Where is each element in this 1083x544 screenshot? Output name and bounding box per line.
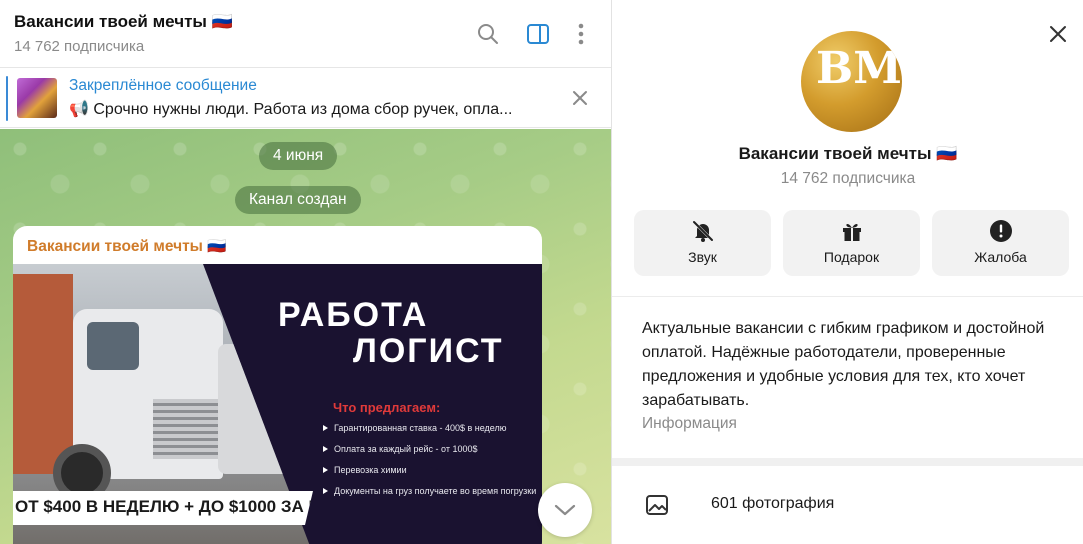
description-caption: Информация (642, 415, 737, 432)
offer-item: Документы на груз получаете во время пог… (323, 485, 538, 497)
truck-grill-shape (153, 399, 223, 459)
post-image[interactable]: РАБОТА ЛОГИСТ Что предлагаем: Гарантиров… (13, 264, 542, 544)
report-icon (932, 219, 1069, 243)
scroll-down-button[interactable] (538, 483, 592, 537)
channel-post[interactable]: Вакансии твоей мечты 🇷🇺 РАБОТА ЛОГИСТ Чт… (13, 226, 542, 544)
channel-actions: Звук Подарок Жалоба (634, 210, 1069, 276)
channel-description-block: Актуальные вакансии с гибким графиком и … (612, 296, 1083, 458)
chat-subscriber-count: 14 762 подписчика (14, 38, 145, 55)
post-offer-title: Что предлагаем: (333, 400, 441, 415)
media-photos-row[interactable]: 601 фотография (612, 466, 1083, 544)
pinned-text: 📢 Срочно нужны люди. Работа из дома сбор… (69, 101, 513, 118)
report-button[interactable]: Жалоба (932, 210, 1069, 276)
offer-item: Перевозка химии (323, 464, 538, 476)
channel-avatar[interactable]: BM (801, 31, 902, 132)
report-label: Жалоба (974, 249, 1027, 265)
post-banner-text: ОТ $400 В НЕДЕЛЮ + ДО $1000 ЗА РЕЙС! (15, 497, 362, 516)
post-heading-1: РАБОТА (278, 296, 429, 334)
second-truck-shape (218, 344, 298, 474)
offer-item: Оплата за каждый рейс - от 1000$ (323, 443, 538, 455)
pinned-message-bar[interactable]: Закреплённое сообщение 📢 Срочно нужны лю… (0, 69, 611, 128)
chevron-down-icon (554, 504, 576, 516)
post-banner: ОТ $400 В НЕДЕЛЮ + ДО $1000 ЗА РЕЙС! (13, 491, 313, 525)
more-vertical-icon[interactable] (567, 20, 595, 48)
mute-button[interactable]: Звук (634, 210, 771, 276)
pinned-title: Закреплённое сообщение (69, 77, 257, 94)
pinned-thumbnail (17, 78, 57, 118)
offer-item: Гарантированная ставка - 400$ в неделю (323, 422, 538, 434)
channel-name: Вакансии твоей мечты 🇷🇺 (738, 144, 958, 163)
avatar-letters: BM (816, 43, 902, 94)
channel-description: Актуальные вакансии с гибким графиком и … (642, 320, 1045, 409)
gift-label: Подарок (823, 249, 880, 265)
pinned-indicator (6, 76, 8, 121)
post-heading-2: ЛОГИСТ (353, 332, 504, 370)
close-icon[interactable] (1046, 22, 1070, 46)
channel-subscriber-count: 14 762 подписчика (780, 170, 916, 187)
close-pinned-icon[interactable] (570, 88, 590, 108)
bell-off-icon (634, 219, 771, 243)
chat-title[interactable]: Вакансии твоей мечты 🇷🇺 (14, 12, 233, 32)
mute-label: Звук (688, 249, 717, 265)
post-author[interactable]: Вакансии твоей мечты 🇷🇺 (27, 237, 227, 256)
sidebar-toggle-icon[interactable] (524, 20, 552, 48)
service-message: Канал создан (235, 186, 361, 214)
gift-button[interactable]: Подарок (783, 210, 920, 276)
truck-window-shape (87, 322, 139, 370)
date-separator: 4 июня (259, 142, 338, 170)
photos-count: 601 фотография (711, 495, 835, 512)
section-divider (612, 458, 1083, 466)
photo-icon (645, 494, 669, 516)
post-offer-list: Гарантированная ставка - 400$ в неделю О… (323, 422, 538, 506)
trailer-shape (13, 274, 73, 474)
chat-header[interactable]: Вакансии твоей мечты 🇷🇺 14 762 подписчик… (0, 0, 611, 68)
gift-icon (783, 219, 920, 243)
channel-info-panel: BM Вакансии твоей мечты 🇷🇺 14 762 подпис… (611, 0, 1083, 544)
search-icon[interactable] (474, 20, 502, 48)
chat-pane: Вакансии твоей мечты 🇷🇺 14 762 подписчик… (0, 0, 611, 544)
